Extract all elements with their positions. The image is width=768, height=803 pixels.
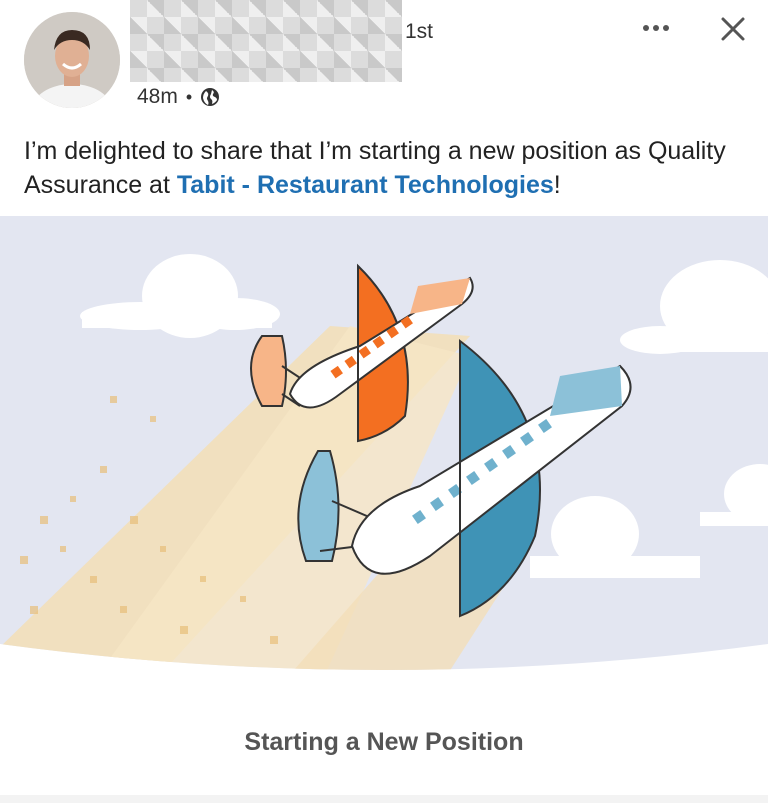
author-name-blurred[interactable]: [130, 0, 402, 82]
close-button[interactable]: [714, 10, 752, 48]
post-time: 48m: [137, 85, 178, 108]
author-avatar[interactable]: [24, 12, 120, 108]
close-icon: [721, 17, 745, 41]
globe-icon: [201, 88, 220, 106]
post-meta: 48m •: [137, 84, 220, 110]
new-position-illustration[interactable]: [0, 216, 768, 686]
post-text-suffix: !: [553, 171, 561, 199]
connection-degree: 1st: [405, 20, 434, 43]
company-link[interactable]: Tabit - Restaurant Technologies: [177, 171, 554, 199]
post-header: 1st 48m •: [0, 0, 768, 120]
card-caption: Starting a New Position: [244, 728, 524, 756]
ellipsis-icon: [643, 25, 669, 31]
airplanes-illustration: [0, 216, 768, 670]
divider: [0, 795, 768, 803]
post-text: I’m delighted to share that I’m starting…: [24, 134, 754, 202]
profile-photo: [24, 12, 120, 108]
meta-separator: •: [185, 86, 193, 107]
more-options-button[interactable]: [636, 10, 676, 46]
